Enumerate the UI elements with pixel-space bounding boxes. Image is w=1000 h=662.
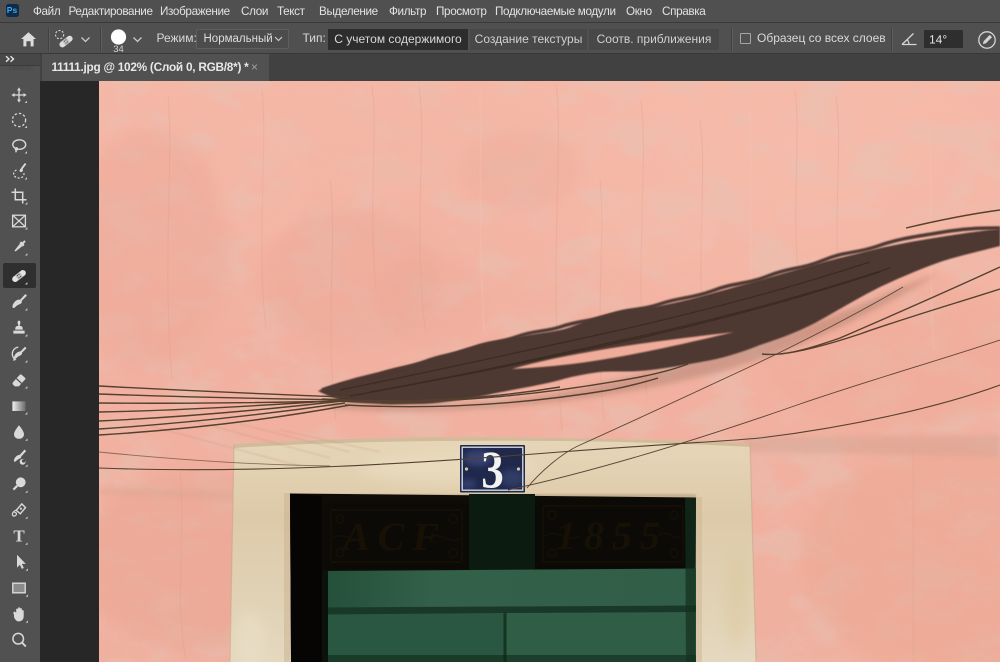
svg-text:14°: 14° [929, 32, 947, 46]
svg-text:1855: 1855 [556, 513, 668, 558]
svg-text:T: T [13, 527, 25, 546]
svg-text:3: 3 [481, 442, 504, 500]
svg-text:ACF: ACF [340, 514, 447, 559]
